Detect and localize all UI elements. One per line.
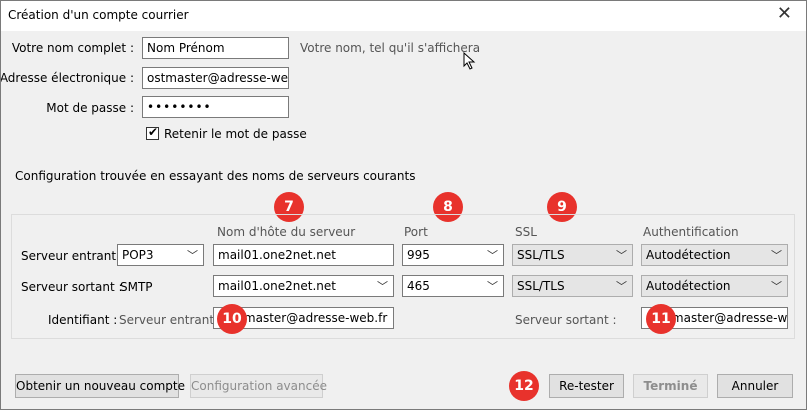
outgoing-ssl-value: SSL/TLS (517, 279, 565, 293)
chevron-down-icon: ﹀ (377, 280, 388, 293)
done-button[interactable]: Terminé (633, 374, 708, 398)
identifier-outgoing-label: Serveur sortant : (515, 313, 617, 327)
incoming-port-value: 995 (407, 248, 430, 262)
incoming-protocol-select[interactable]: POP3 ﹀ (117, 244, 204, 266)
incoming-ssl-select[interactable]: SSL/TLS ﹀ (512, 244, 633, 266)
email-label: Adresse électronique : (0, 71, 134, 85)
identifier-label: Identifiant : (48, 313, 118, 327)
incoming-protocol-value: POP3 (122, 248, 154, 262)
port-header: Port (404, 225, 428, 239)
chevron-down-icon: ﹀ (771, 249, 782, 262)
chevron-down-icon: ﹀ (616, 280, 627, 293)
password-input[interactable]: •••••••• (142, 96, 289, 118)
identifier-incoming-label: Serveur entrant : (119, 313, 222, 327)
outgoing-auth-value: Autodétection (646, 279, 731, 293)
chevron-down-icon: ﹀ (616, 249, 627, 262)
chevron-down-icon: ﹀ (487, 249, 498, 262)
incoming-auth-select[interactable]: Autodétection ﹀ (641, 244, 788, 266)
outgoing-hostname-select[interactable]: mail01.one2net.net ﹀ (213, 275, 394, 297)
window-title: Création d'un compte courrier (8, 8, 189, 22)
close-icon[interactable]: ✕ (777, 4, 792, 24)
retest-button[interactable]: Re-tester (549, 374, 624, 398)
name-input[interactable]: Nom Prénom (142, 37, 289, 59)
chevron-down-icon: ﹀ (771, 280, 782, 293)
incoming-hostname-input[interactable]: mail01.one2net.net (213, 244, 394, 266)
incoming-server-label: Serveur entrant : (21, 249, 124, 263)
email-input[interactable]: ostmaster@adresse-web.fr (142, 67, 289, 89)
password-label: Mot de passe : (46, 101, 134, 115)
config-message: Configuration trouvée en essayant des no… (15, 169, 416, 183)
outgoing-server-label: Serveur sortant : (21, 280, 123, 294)
name-hint: Votre nom, tel qu'il s'affichera (300, 41, 481, 55)
ssl-header: SSL (515, 225, 537, 239)
outgoing-ssl-select[interactable]: SSL/TLS ﹀ (512, 275, 633, 297)
incoming-ssl-value: SSL/TLS (517, 248, 565, 262)
check-icon: ✔ (148, 125, 159, 139)
account-creation-dialog: Création d'un compte courrier ✕ Votre no… (0, 0, 807, 410)
chevron-down-icon: ﹀ (187, 249, 198, 262)
outgoing-auth-select[interactable]: Autodétection ﹀ (641, 275, 788, 297)
advanced-config-button[interactable]: Configuration avancée (190, 374, 327, 398)
auth-header: Authentification (643, 225, 739, 239)
callout-badge: 12 (509, 371, 539, 401)
mouse-pointer-icon (463, 52, 476, 70)
incoming-port-select[interactable]: 995 ﹀ (402, 244, 504, 266)
remember-password-checkbox[interactable]: ✔ (146, 125, 159, 140)
callout-badge: 11 (646, 304, 676, 334)
cancel-button[interactable]: Annuler (717, 374, 793, 398)
remember-password-label: Retenir le mot de passe (164, 127, 307, 141)
outgoing-hostname-value: mail01.one2net.net (218, 279, 336, 293)
outgoing-port-value: 465 (407, 279, 430, 293)
callout-badge: 10 (217, 304, 247, 334)
new-account-button[interactable]: Obtenir un nouveau compte (15, 374, 185, 398)
incoming-auth-value: Autodétection (646, 248, 731, 262)
outgoing-port-select[interactable]: 465 ﹀ (402, 275, 504, 297)
title-bar: Création d'un compte courrier ✕ (1, 1, 806, 31)
outgoing-protocol: SMTP (120, 280, 153, 294)
chevron-down-icon: ﹀ (487, 280, 498, 293)
hostname-header: Nom d'hôte du serveur (217, 225, 356, 239)
name-label: Votre nom complet : (11, 41, 134, 55)
